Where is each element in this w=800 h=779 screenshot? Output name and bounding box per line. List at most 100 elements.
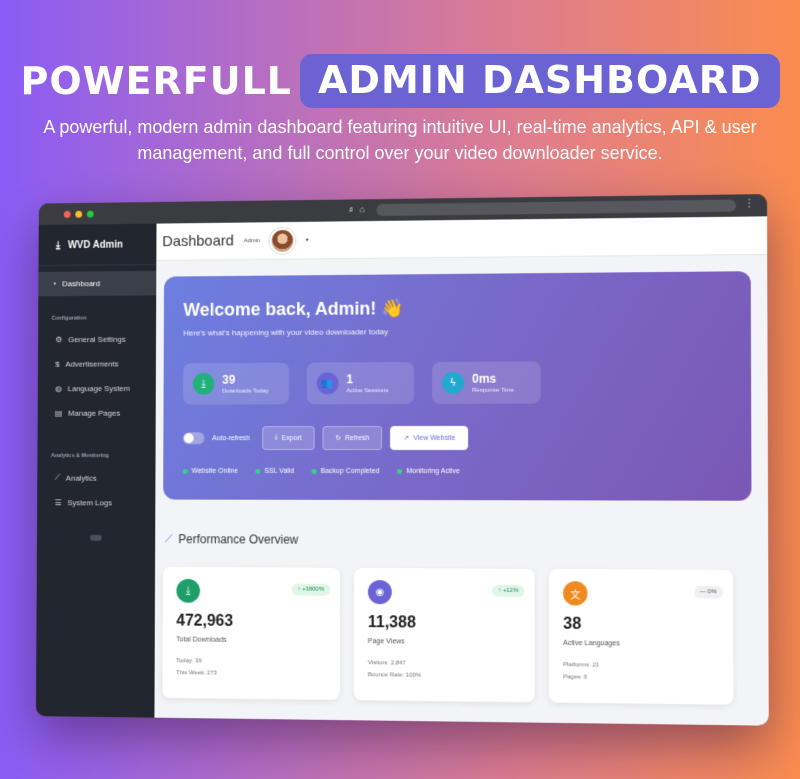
home-icon[interactable]: ⌂ (360, 204, 365, 215)
stat-label: Active Sessions (346, 388, 388, 394)
performance-title-text: Performance Overview (178, 532, 298, 546)
stat-value: 0ms (472, 372, 514, 386)
dashboard-icon: ◔ (52, 280, 57, 289)
avatar[interactable] (270, 227, 296, 253)
window-controls (64, 210, 94, 217)
stat-label: Downloads Today (222, 389, 268, 395)
browser-window: ⌕ ⌂ ⋮ ⤓ WVD Admin ◔ Dashboard Configurat… (36, 194, 769, 726)
external-link-icon: ↗ (403, 434, 409, 442)
main-content: Dashboard Admin ▾ Welcome back, Admin! 👋… (154, 216, 768, 725)
trend-badge: ↑ +12% (492, 585, 525, 597)
trend-badge: ↑ +3800% (292, 584, 331, 596)
refresh-label: Refresh (345, 435, 369, 442)
globe-icon: ◍ (55, 384, 62, 393)
quick-stats: ⤓ 39 Downloads Today 👥 1 Active Sessions (183, 361, 731, 405)
card-meta-line: Pages: 6 (563, 671, 719, 685)
stat-downloads-today: ⤓ 39 Downloads Today (183, 363, 289, 405)
card-value: 38 (563, 616, 719, 636)
card-label: Active Languages (563, 640, 719, 649)
gear-icon: ⚙ (55, 335, 62, 344)
refresh-button[interactable]: ↻ Refresh (322, 426, 382, 450)
sidebar-item-advertisements[interactable]: $ Advertisements (38, 351, 156, 376)
welcome-banner: Welcome back, Admin! 👋 Here's what's hap… (163, 271, 751, 501)
system-status-row: Website Online SSL Valid Backup Complete… (183, 468, 731, 475)
performance-title: ⟋ Performance Overview (165, 532, 298, 546)
auto-refresh-label: Auto-refresh (212, 435, 250, 442)
card-page-views: ◉ ↑ +12% 11,388 Page Views Visitors: 2,8… (354, 568, 535, 702)
status-label: Backup Completed (321, 468, 380, 475)
user-role: Admin (244, 238, 261, 244)
status-label: Monitoring Active (406, 468, 459, 475)
stat-response-time: ϟ 0ms Response Time (432, 361, 541, 404)
sidebar: ⤓ WVD Admin ◔ Dashboard Configuration ⚙ … (36, 224, 157, 718)
chart-line-icon: ⟋ (55, 473, 60, 483)
status-dot-icon (183, 469, 188, 474)
brand-name: WVD Admin (68, 240, 123, 251)
trend-value: 0% (708, 589, 717, 595)
status-website-online: Website Online (183, 468, 238, 475)
download-icon: ⤓ (193, 373, 215, 395)
auto-refresh-toggle[interactable] (183, 432, 205, 444)
sidebar-item-label: Manage Pages (68, 409, 120, 418)
welcome-subtext: Here's what's happening with your video … (183, 325, 730, 337)
file-icon: ▤ (55, 409, 62, 418)
card-value: 11,388 (368, 614, 521, 633)
topbar: Dashboard Admin ▾ (156, 216, 767, 261)
sidebar-section-analytics: Analytics & Monitoring (37, 425, 155, 464)
download-icon: ⤓ (275, 434, 278, 442)
stat-active-sessions: 👥 1 Active Sessions (307, 362, 414, 404)
sidebar-item-label: Advertisements (65, 360, 118, 369)
maximize-window-button[interactable] (87, 210, 94, 217)
sidebar-item-manage-pages[interactable]: ▤ Manage Pages (38, 401, 156, 426)
welcome-heading: Welcome back, Admin! 👋 (183, 296, 730, 321)
hero-subtitle: A powerful, modern admin dashboard featu… (20, 114, 780, 166)
status-monitoring-active: Monitoring Active (397, 468, 459, 475)
stat-value: 1 (346, 372, 388, 386)
sidebar-item-analytics[interactable]: ⟋ Analytics (37, 465, 155, 491)
status-dot-icon (397, 469, 402, 474)
more-menu-icon[interactable]: ⋮ (744, 198, 754, 209)
status-dot-icon (312, 469, 317, 474)
card-meta-line: Bounce Rate: 100% (368, 669, 521, 683)
bolt-icon: ϟ (442, 372, 464, 394)
performance-cards: ⤓ ↑ +3800% 472,963 Total Downloads Today… (162, 567, 733, 705)
welcome-actions: Auto-refresh ⤓ Export ↻ Refresh ↗ View W… (183, 425, 731, 450)
view-website-label: View Website (413, 434, 455, 441)
card-meta: Visitors: 2,847 Bounce Rate: 100% (368, 657, 521, 683)
export-label: Export (282, 435, 302, 442)
users-icon: 👥 (317, 372, 339, 394)
chart-line-icon: ⟋ (165, 533, 173, 546)
card-meta: Platforms: 21 Pages: 6 (563, 659, 719, 685)
sidebar-item-dashboard[interactable]: ◔ Dashboard (38, 271, 156, 297)
card-value: 472,963 (176, 613, 326, 632)
refresh-icon: ↻ (335, 434, 341, 442)
sidebar-collapse-toggle[interactable] (90, 535, 102, 541)
sidebar-item-label: Dashboard (62, 279, 100, 288)
admin-app: ⤓ WVD Admin ◔ Dashboard Configuration ⚙ … (36, 216, 769, 725)
download-icon: ⤓ (176, 579, 200, 603)
stat-label: Response Time (472, 388, 514, 394)
minimize-window-button[interactable] (75, 210, 82, 217)
export-button[interactable]: ⤓ Export (262, 426, 315, 450)
close-window-button[interactable] (64, 210, 71, 217)
status-label: SSL Valid (264, 468, 294, 475)
brand[interactable]: ⤓ WVD Admin (39, 231, 157, 266)
sidebar-item-general-settings[interactable]: ⚙ General Settings (38, 327, 156, 352)
trend-value: +12% (503, 588, 519, 594)
hero-headline: POWERFULL ADMIN DASHBOARD (0, 54, 800, 108)
view-website-button[interactable]: ↗ View Website (390, 426, 468, 450)
page-title: Dashboard (162, 233, 234, 251)
status-label: Website Online (192, 468, 238, 475)
chevron-down-icon[interactable]: ▾ (306, 237, 309, 244)
hero-title-left: POWERFULL (20, 59, 292, 103)
sidebar-item-language-system[interactable]: ◍ Language System (38, 376, 156, 401)
sidebar-item-label: System Logs (67, 498, 112, 507)
card-label: Total Downloads (176, 636, 326, 644)
status-backup-completed: Backup Completed (312, 468, 380, 475)
dollar-icon: $ (55, 360, 59, 369)
address-bar[interactable] (376, 200, 736, 216)
card-active-languages: 文 — 0% 38 Active Languages Platforms: 21… (549, 569, 734, 705)
sidebar-item-label: Analytics (66, 473, 97, 482)
sidebar-item-system-logs[interactable]: ☰ System Logs (37, 490, 155, 515)
search-icon[interactable]: ⌕ (349, 204, 354, 215)
